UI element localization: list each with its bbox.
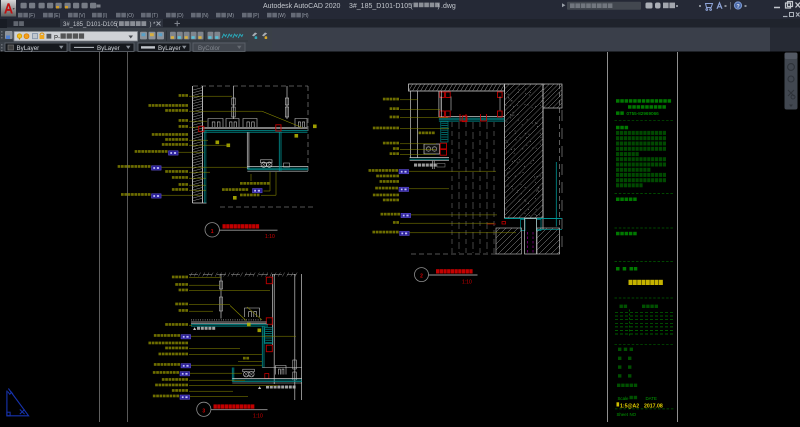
svg-text:1:10: 1:10	[265, 234, 275, 240]
svg-text:(I): (I)	[103, 13, 108, 19]
svg-text:) *: ) *	[150, 22, 157, 28]
svg-text:ByLayer: ByLayer	[158, 45, 181, 52]
svg-text:1: 1	[211, 229, 214, 235]
svg-text:1:5@A2: 1:5@A2	[620, 403, 639, 409]
svg-text:Sheet: Sheet	[617, 412, 629, 417]
svg-text:(D): (D)	[177, 13, 184, 19]
svg-text:(V): (V)	[79, 13, 86, 19]
svg-text:3#_185_D101-D105: 3#_185_D101-D105	[63, 22, 118, 28]
svg-text:(O): (O)	[127, 13, 135, 19]
svg-text:.dwg: .dwg	[441, 3, 456, 10]
svg-text:Autodesk AutoCAD 2020: Autodesk AutoCAD 2020	[263, 3, 341, 10]
svg-text:(: (	[116, 22, 118, 28]
svg-text:(H): (H)	[302, 13, 309, 19]
svg-text:P-: P-	[54, 35, 60, 41]
svg-text:3: 3	[202, 408, 205, 414]
svg-text:(F): (F)	[29, 13, 36, 19]
svg-text:(W): (W)	[278, 13, 286, 19]
svg-text:ByColor: ByColor	[198, 45, 220, 52]
svg-text:(T): (T)	[152, 13, 159, 19]
svg-text:ByLayer: ByLayer	[97, 45, 120, 52]
svg-text:DATE: DATE	[646, 396, 657, 401]
svg-text:3#_185_D101-D105: 3#_185_D101-D105	[349, 3, 412, 10]
svg-text:(P): (P)	[253, 13, 260, 19]
svg-text:Scale: Scale	[618, 396, 630, 401]
svg-text:NO: NO	[630, 412, 637, 417]
svg-text:0755-82969066: 0755-82969066	[627, 111, 660, 116]
svg-text:1:10: 1:10	[253, 414, 263, 420]
svg-text:(E): (E)	[54, 13, 61, 19]
svg-text:): )	[438, 3, 440, 10]
svg-text:(N): (N)	[202, 13, 209, 19]
svg-text:ByLayer: ByLayer	[17, 45, 40, 52]
svg-text:2: 2	[420, 274, 423, 280]
svg-text:(M): (M)	[227, 13, 235, 19]
svg-text:1:10: 1:10	[462, 280, 472, 286]
svg-text:2017.08: 2017.08	[644, 403, 663, 409]
